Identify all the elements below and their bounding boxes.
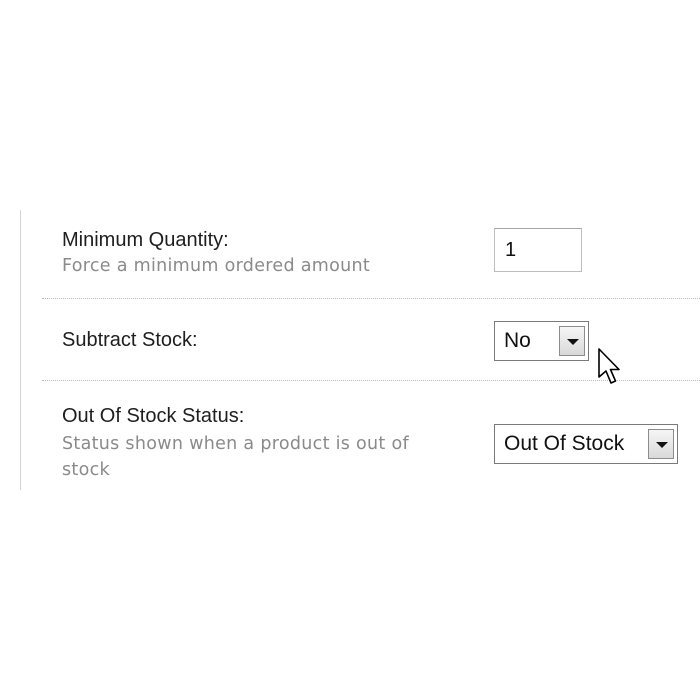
minimum-quantity-help: Force a minimum ordered amount: [62, 256, 371, 276]
subtract-stock-selected-value: No: [504, 329, 531, 352]
subtract-stock-select[interactable]: No: [494, 321, 589, 361]
subtract-stock-label: Subtract Stock:: [62, 329, 198, 351]
out-of-stock-status-row: Out Of Stock Status: Status shown when a…: [42, 382, 700, 492]
out-of-stock-status-select[interactable]: Out Of Stock: [494, 424, 678, 464]
out-of-stock-status-label: Out Of Stock Status:: [62, 405, 245, 427]
out-of-stock-status-selected-value: Out Of Stock: [504, 432, 625, 455]
minimum-quantity-row: Minimum Quantity: Force a minimum ordere…: [42, 218, 700, 298]
out-of-stock-status-help: Status shown when a product is out of st…: [62, 434, 409, 480]
mouse-cursor-icon: [598, 348, 620, 384]
out-of-stock-status-dropdown-button[interactable]: [648, 429, 674, 459]
chevron-down-icon: [567, 339, 579, 345]
product-stock-settings-panel: Minimum Quantity: Force a minimum ordere…: [0, 0, 700, 700]
minimum-quantity-label: Minimum Quantity:: [62, 229, 229, 251]
minimum-quantity-input[interactable]: 1: [494, 228, 582, 272]
row-divider: [42, 298, 700, 299]
chevron-down-icon: [656, 442, 668, 448]
subtract-stock-dropdown-button[interactable]: [559, 326, 585, 356]
panel-left-border: [20, 210, 21, 490]
